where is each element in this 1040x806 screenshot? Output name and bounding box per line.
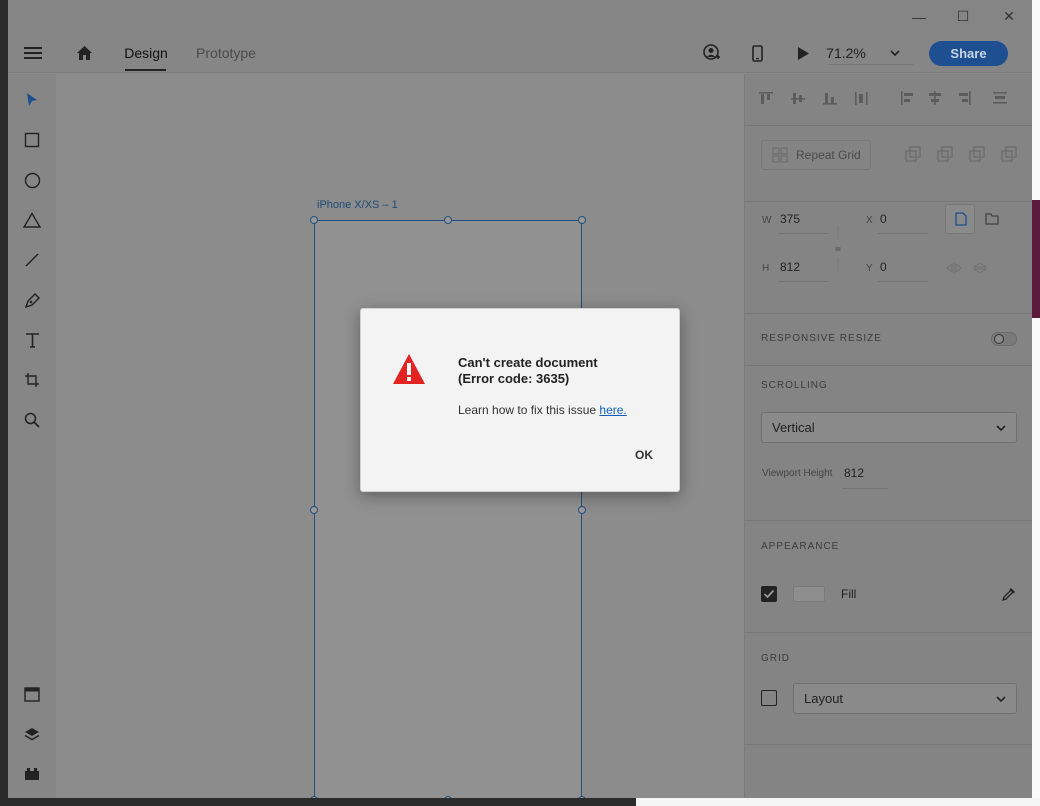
warning-icon — [393, 354, 425, 384]
dialog-message-text: Learn how to fix this issue — [458, 403, 600, 417]
modal-overlay: Can't create document (Error code: 3635)… — [0, 0, 1040, 806]
screen: — ☐ ✕ Design Prototype 71.2% Share iPhon… — [0, 0, 1040, 806]
dialog-message: Learn how to fix this issue here. — [458, 403, 627, 417]
help-link[interactable]: here. — [599, 403, 626, 417]
ok-button[interactable]: OK — [629, 445, 659, 465]
dialog-title-line: Can't create document — [458, 355, 598, 370]
error-dialog: Can't create document (Error code: 3635)… — [360, 308, 680, 492]
dialog-error-code: (Error code: 3635) — [458, 371, 570, 386]
dialog-title: Can't create document (Error code: 3635) — [458, 355, 598, 387]
